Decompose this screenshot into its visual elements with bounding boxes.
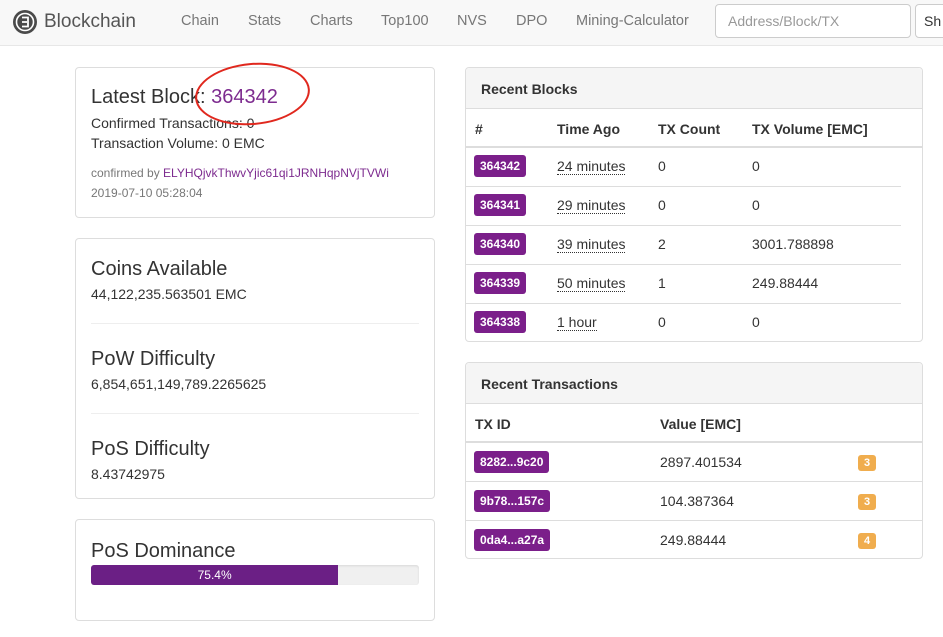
- nav-dpo[interactable]: DPO: [516, 13, 547, 29]
- tx-volume: 0: [752, 158, 760, 174]
- col-block-number: #: [475, 121, 483, 137]
- block-link-badge[interactable]: 364342: [474, 155, 527, 177]
- nav-top100[interactable]: Top100: [381, 13, 429, 29]
- tx-count: 0: [658, 314, 666, 330]
- pos-dominance-progress-bar: 75.4%: [91, 565, 339, 585]
- blockchain-logo-icon: [13, 10, 37, 34]
- pos-difficulty-title: PoS Difficulty: [91, 438, 210, 460]
- top-navbar: Blockchain Chain Stats Charts Top100 NVS…: [0, 0, 943, 46]
- coins-available-value: 44,122,235.563501 EMC: [91, 286, 247, 302]
- table-header-rule: [466, 441, 922, 443]
- block-timestamp: 2019-07-10 05:28:04: [91, 186, 203, 200]
- pos-difficulty-value: 8.43742975: [91, 466, 165, 482]
- row-rule: [466, 481, 922, 482]
- tx-count: 0: [658, 197, 666, 213]
- recent-transactions-title: Recent Transactions: [481, 376, 618, 392]
- time-ago-value: 39 minutes: [557, 236, 626, 253]
- stats-divider: [91, 323, 419, 324]
- recent-blocks-title: Recent Blocks: [481, 81, 578, 97]
- tx-link-badge[interactable]: 8282...9c20: [474, 451, 550, 473]
- pow-difficulty-value: 6,854,651,149,789.2265625: [91, 376, 267, 392]
- recent-transactions-header: Recent Transactions: [466, 363, 922, 404]
- tx-link-badge[interactable]: 9b78...157c: [474, 490, 551, 512]
- pos-dominance-progress: 75.4%: [91, 565, 419, 585]
- nav-chain[interactable]: Chain: [181, 13, 219, 29]
- pos-dominance-title: PoS Dominance: [91, 540, 236, 562]
- brand-name: Blockchain: [44, 11, 136, 32]
- col-time-ago: Time Ago: [557, 121, 621, 137]
- table-header-rule: [466, 146, 922, 148]
- confirmed-by-address-link[interactable]: ELYHQjvkThwvYjic61qi1JRNHqpNVjTVWi: [163, 166, 389, 180]
- tx-value: 104.387364: [660, 493, 734, 509]
- tx-count: 0: [658, 158, 666, 174]
- col-tx-count: TX Count: [658, 121, 721, 137]
- tx-link-badge[interactable]: 0da4...a27a: [474, 529, 551, 551]
- tx-count: 2: [658, 236, 666, 252]
- stats-divider: [91, 413, 419, 414]
- confirmed-by: confirmed by ELYHQjvkThwvYjic61qi1JRNHqp…: [91, 166, 389, 180]
- block-link-badge[interactable]: 364341: [474, 194, 527, 216]
- tx-count: 1: [658, 275, 666, 291]
- row-rule: [466, 186, 901, 187]
- transaction-volume: Transaction Volume: 0 EMC: [91, 135, 265, 151]
- row-rule: [466, 264, 901, 265]
- latest-block-label: Latest Block:: [91, 86, 206, 108]
- time-ago-value: 24 minutes: [557, 158, 626, 175]
- tx-value: 249.88444: [660, 532, 727, 548]
- nav-nvs[interactable]: NVS: [457, 13, 487, 29]
- time-ago-value: 1 hour: [557, 314, 597, 331]
- nav-stats[interactable]: Stats: [248, 13, 281, 29]
- col-tx-id: TX ID: [475, 416, 511, 432]
- time-ago-value: 50 minutes: [557, 275, 626, 292]
- tx-volume: 3001.788898: [752, 236, 834, 252]
- confirmations-badge: 3: [858, 494, 876, 510]
- row-rule: [466, 225, 901, 226]
- recent-blocks-panel: Recent Blocks # Time Ago TX Count TX Vol…: [465, 67, 923, 342]
- col-tx-volume: TX Volume [EMC]: [752, 121, 868, 137]
- row-rule: [466, 303, 901, 304]
- confirmations-badge: 4: [858, 533, 876, 549]
- brand-link[interactable]: Blockchain: [12, 8, 136, 36]
- nav-mining-calculator[interactable]: Mining-Calculator: [576, 13, 689, 29]
- block-link-badge[interactable]: 364339: [474, 272, 527, 294]
- time-ago-value: 29 minutes: [557, 197, 626, 214]
- block-link-badge[interactable]: 364338: [474, 311, 527, 333]
- search-button[interactable]: Sh: [915, 4, 943, 38]
- block-link-badge[interactable]: 364340: [474, 233, 527, 255]
- recent-transactions-panel: Recent Transactions TX ID Value [EMC] 82…: [465, 362, 923, 559]
- recent-blocks-header: Recent Blocks: [466, 68, 922, 109]
- pow-difficulty-title: PoW Difficulty: [91, 348, 216, 370]
- coins-available-title: Coins Available: [91, 258, 228, 280]
- tx-value: 2897.401534: [660, 454, 742, 470]
- time-ago: 1 hour: [557, 314, 597, 331]
- time-ago: 50 minutes: [557, 275, 626, 292]
- row-rule: [466, 520, 922, 521]
- tx-volume: 0: [752, 197, 760, 213]
- confirmations-badge: 3: [858, 455, 876, 471]
- time-ago: 39 minutes: [557, 236, 626, 253]
- pos-dominance-panel: PoS Dominance 75.4%: [75, 519, 435, 621]
- col-value: Value [EMC]: [660, 416, 741, 432]
- tx-volume: 0: [752, 314, 760, 330]
- nav-charts[interactable]: Charts: [310, 13, 353, 29]
- time-ago: 29 minutes: [557, 197, 626, 214]
- network-stats-panel: Coins Available 44,122,235.563501 EMC Po…: [75, 238, 435, 499]
- search-input[interactable]: [715, 4, 911, 38]
- tx-volume: 249.88444: [752, 275, 819, 291]
- confirmed-by-label: confirmed by: [91, 166, 160, 180]
- time-ago: 24 minutes: [557, 158, 626, 175]
